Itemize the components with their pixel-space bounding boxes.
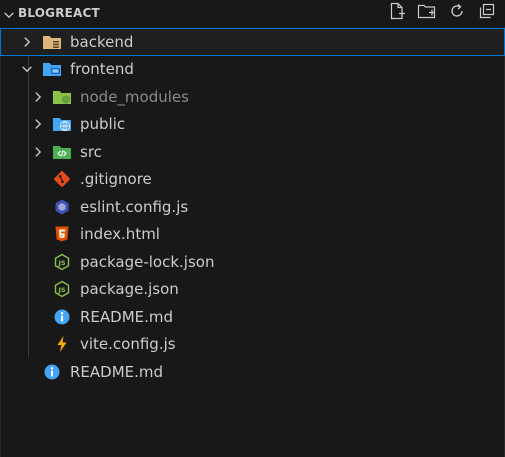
eslint-icon bbox=[52, 197, 72, 217]
tree-item-label: backend bbox=[70, 32, 134, 51]
new-folder-icon bbox=[417, 2, 437, 24]
folder-backend-icon bbox=[42, 32, 62, 52]
svg-text:JS: JS bbox=[57, 259, 65, 267]
folder-node-icon bbox=[52, 87, 72, 107]
chevron-right-icon[interactable] bbox=[30, 144, 46, 160]
tree-file-package-json[interactable]: JS package.json bbox=[0, 276, 505, 304]
file-tree: backend frontend node_modules public src… bbox=[0, 28, 505, 386]
info-icon bbox=[42, 362, 62, 382]
chevron-right-icon[interactable] bbox=[30, 116, 46, 132]
vite-icon bbox=[52, 334, 72, 354]
workspace-title[interactable]: BLOGREACT bbox=[18, 6, 100, 20]
tree-item-label: package.json bbox=[80, 280, 179, 299]
tree-folder-frontend[interactable]: frontend bbox=[0, 56, 505, 84]
tree-item-label: README.md bbox=[80, 307, 174, 326]
chevron-down-icon[interactable] bbox=[2, 7, 16, 26]
tree-item-label: src bbox=[80, 142, 102, 161]
tree-folder-backend[interactable]: backend bbox=[0, 28, 505, 56]
nodejs-icon: JS bbox=[52, 252, 72, 272]
tree-file-gitignore[interactable]: .gitignore bbox=[0, 166, 505, 194]
nodejs-icon: JS bbox=[52, 279, 72, 299]
tree-item-label: README.md bbox=[70, 362, 164, 381]
refresh-button[interactable] bbox=[447, 3, 467, 23]
explorer-actions bbox=[387, 2, 497, 24]
refresh-icon bbox=[448, 2, 466, 24]
tree-file-readme-frontend[interactable]: README.md bbox=[0, 303, 505, 331]
tree-item-label: vite.config.js bbox=[80, 335, 176, 354]
tree-item-label: node_modules bbox=[80, 87, 189, 106]
git-icon bbox=[52, 169, 72, 189]
tree-file-package-lock-json[interactable]: JS package-lock.json bbox=[0, 248, 505, 276]
tree-folder-src[interactable]: src bbox=[0, 138, 505, 166]
new-folder-button[interactable] bbox=[417, 3, 437, 23]
tree-folder-node-modules[interactable]: node_modules bbox=[0, 83, 505, 111]
new-file-button[interactable] bbox=[387, 2, 407, 24]
collapse-all-icon bbox=[478, 2, 496, 24]
new-file-icon bbox=[388, 2, 406, 24]
tree-item-label: frontend bbox=[70, 60, 134, 79]
info-icon bbox=[52, 307, 72, 327]
collapse-all-button[interactable] bbox=[477, 3, 497, 23]
explorer-header[interactable]: BLOGREACT bbox=[0, 0, 505, 27]
explorer-panel: BLOGREACT backend frontend node_modules … bbox=[0, 0, 505, 457]
tree-folder-public[interactable]: public bbox=[0, 111, 505, 139]
chevron-right-icon[interactable] bbox=[19, 34, 35, 50]
tree-item-label: eslint.config.js bbox=[80, 197, 189, 216]
folder-frontend-icon bbox=[42, 59, 62, 79]
tree-file-vite-config[interactable]: vite.config.js bbox=[0, 331, 505, 359]
svg-text:JS: JS bbox=[57, 286, 65, 294]
folder-src-icon bbox=[52, 142, 72, 162]
folder-public-icon bbox=[52, 114, 72, 134]
tree-item-label: public bbox=[80, 115, 126, 134]
tree-item-label: package-lock.json bbox=[80, 252, 215, 271]
tree-file-readme-root[interactable]: README.md bbox=[0, 358, 505, 386]
tree-file-index-html[interactable]: index.html bbox=[0, 221, 505, 249]
html5-icon bbox=[52, 224, 72, 244]
tree-item-label: index.html bbox=[80, 225, 160, 244]
chevron-right-icon[interactable] bbox=[30, 89, 46, 105]
chevron-down-icon[interactable] bbox=[19, 61, 35, 77]
tree-item-label: .gitignore bbox=[80, 170, 152, 189]
tree-file-eslint-config[interactable]: eslint.config.js bbox=[0, 193, 505, 221]
